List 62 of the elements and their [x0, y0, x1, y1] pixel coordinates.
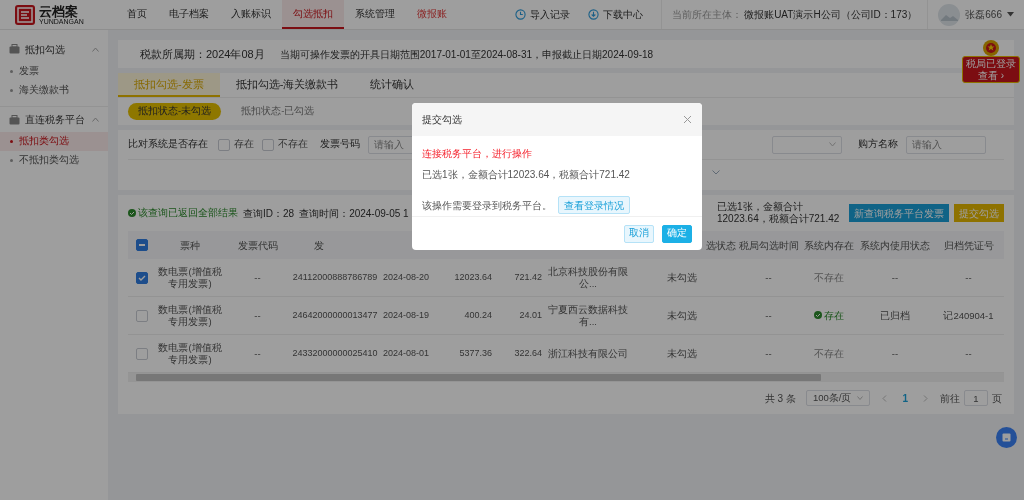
column-header: 系统内使用状态 [860, 238, 930, 253]
table-cell: 12023.64 [454, 272, 492, 283]
selection-summary: 已选1张，金额合计12023.64，税额合计721.42 [717, 201, 841, 225]
query-status: 该查询已返回全部结果 [128, 205, 238, 221]
table-cell: 2024-08-19 [382, 310, 429, 321]
table-cell: 北京科技股份有限公... [548, 266, 628, 289]
column-header: 归档凭证号 [943, 238, 994, 253]
table-cell: 400.24 [464, 310, 492, 321]
table-cell: 未勾选 [667, 309, 697, 322]
page-suffix: 页 [992, 391, 1002, 406]
table-cell: 24112000888786789 [292, 272, 378, 283]
table-cell: 未勾选 [667, 347, 697, 360]
table-cell: 2024-08-20 [382, 272, 429, 283]
table-cell: -- [254, 309, 261, 322]
table-cell: 322.64 [514, 348, 542, 359]
login-note: 该操作需要登录到税务平台。 [422, 198, 552, 213]
table-cell: -- [765, 271, 772, 284]
table-cell: -- [765, 347, 772, 360]
column-header: 票种 [180, 238, 200, 253]
tax-period-label: 税款所属期：2024年08月 [140, 46, 265, 62]
table-cell: 未勾选 [667, 271, 697, 284]
goto-label: 前往 [940, 391, 960, 406]
table-cell: -- [254, 347, 261, 360]
dialog-title: 提交勾选 [422, 113, 462, 127]
column-header: 税局勾选时间 [738, 238, 799, 253]
table-cell: 浙江科技有限公司 [548, 347, 628, 360]
table-cell: -- [765, 309, 772, 322]
table-cell: 24.01 [519, 310, 542, 321]
date-range-info: 当期可操作发票的开具日期范围2017-01-01至2024-08-31，申报截止日期2024-09-18 [279, 47, 654, 62]
table-cell: -- [254, 271, 261, 284]
filter-label: 发票号码 [320, 137, 360, 152]
table-cell: 不存在 [814, 271, 844, 284]
table-cell: 24332000000025410 [292, 348, 378, 359]
total-count: 共 3 条 [764, 391, 796, 406]
alert-text: 连接税务平台，进行操作 [422, 147, 533, 161]
column-header: 系统内存在 [804, 238, 854, 253]
table-cell: 不存在 [814, 347, 844, 360]
filter-label: 购方名称 [858, 137, 898, 152]
filter-label: 比对系统是否存在 [128, 137, 208, 152]
table-cell-text: 数电票(增值税专用发票) [157, 304, 223, 327]
summary-text: 已选1张，金额合计12023.64，税额合计721.42 [422, 168, 631, 182]
column-header: 选状态 [706, 238, 736, 253]
table-cell: 24642000000013477 [292, 310, 378, 321]
logo-text: 云档案 [39, 4, 78, 18]
table-cell: 2024-08-01 [382, 348, 429, 359]
table-cell: -- [965, 271, 972, 284]
table-cell: -- [891, 271, 899, 284]
table-cell: 存在 [814, 309, 844, 322]
table-cell-text: 数电票(增值税专用发票) [157, 342, 223, 365]
table-cell: 已归档 [880, 309, 910, 322]
table-cell: -- [965, 347, 972, 360]
table-cell: 5377.36 [459, 348, 492, 359]
table-cell: 721.42 [514, 272, 542, 283]
column-header: 发 [314, 238, 324, 253]
column-header: 发票代码 [237, 238, 278, 253]
table-cell: -- [891, 347, 899, 360]
table-cell: 宁夏西云数据科技有... [548, 304, 628, 327]
query-id: 查询ID：28 [243, 206, 295, 221]
entity-name: 微报账UAT演示H公司（公司ID：173） [744, 8, 918, 22]
table-cell: 记240904-1 [943, 309, 994, 322]
table-cell-text: 数电票(增值税专用发票) [157, 266, 223, 289]
query-time: 查询时间：2024-09-05 1 [299, 206, 409, 221]
